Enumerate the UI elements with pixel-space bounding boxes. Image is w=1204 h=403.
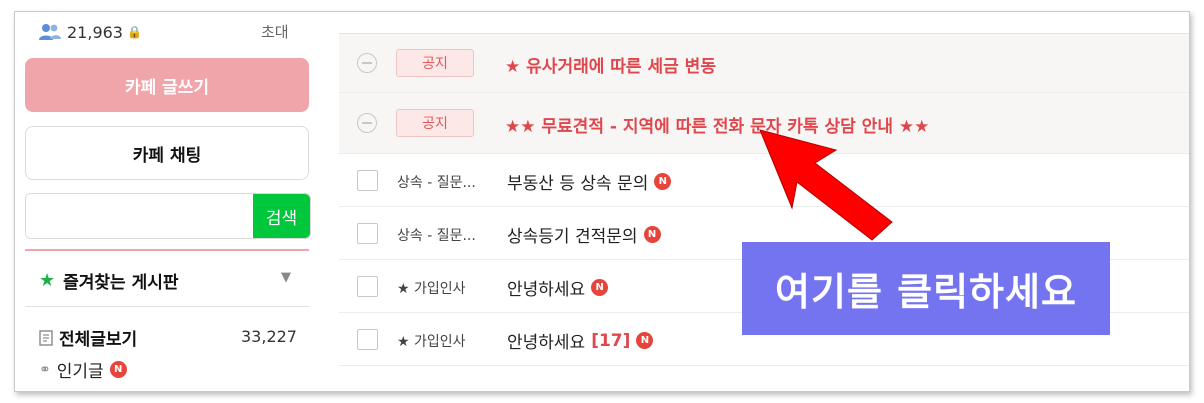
post-category: ★ 가입인사 — [397, 281, 466, 297]
new-badge: N — [643, 226, 661, 243]
callout-banner: 여기를 클릭하세요 — [742, 242, 1110, 335]
new-badge: N — [636, 332, 654, 349]
post-category: 상속 - 질문... — [397, 175, 476, 191]
row-checkbox[interactable] — [357, 170, 378, 191]
document-icon — [39, 329, 53, 346]
post-category: 상속 - 질문... — [397, 228, 476, 244]
minus-circle-icon — [357, 53, 377, 73]
post-title-text: 안녕하세요 — [507, 333, 586, 353]
post-category: ★ 가입인사 — [397, 334, 466, 350]
sidebar: 21,963 🔒 초대 카페 글쓰기 카페 채팅 검색 ★ 즐겨찾는 게시판 ▼… — [15, 12, 325, 391]
new-badge: N — [654, 173, 672, 190]
divider — [25, 306, 309, 307]
post-title-link[interactable]: 부동산 등 상속 문의 N — [507, 169, 672, 194]
flame-icon: ⚭ — [39, 361, 51, 378]
popular-posts-link[interactable]: ⚭ 인기글 N — [39, 357, 127, 382]
post-title-text: 안녕하세요 — [507, 280, 586, 300]
row-checkbox[interactable] — [357, 276, 378, 297]
notice-badge: 공지 — [396, 49, 474, 77]
post-title-link[interactable]: 안녕하세요 [17] N — [507, 328, 654, 353]
row-checkbox[interactable] — [357, 223, 378, 244]
post-title-link[interactable]: 상속등기 견적문의 N — [507, 222, 661, 247]
new-badge: N — [109, 361, 127, 378]
all-posts-label: 전체글보기 — [59, 330, 138, 350]
invite-link[interactable]: 초대 — [261, 21, 289, 42]
post-title-link[interactable]: 안녕하세요 N — [507, 275, 609, 300]
star-icon: ★ — [39, 270, 56, 291]
search-input[interactable] — [26, 194, 252, 238]
post-title-text: 부동산 등 상속 문의 — [507, 174, 649, 194]
member-count-value: 21,963 — [67, 22, 123, 42]
favorites-header[interactable]: ★ 즐겨찾는 게시판 — [39, 268, 179, 293]
new-badge: N — [591, 279, 609, 296]
members-icon — [39, 24, 61, 40]
member-count: 21,963 🔒 — [39, 20, 142, 44]
row-checkbox[interactable] — [357, 329, 378, 350]
divider — [25, 249, 309, 251]
lock-icon: 🔒 — [126, 25, 142, 39]
post-title-text: 상속등기 견적문의 — [507, 227, 638, 247]
search-button[interactable]: 검색 — [253, 194, 310, 238]
favorites-label: 즐겨찾는 게시판 — [63, 273, 179, 293]
notice-title-link[interactable]: ★ 유사거래에 따른 세금 변동 — [505, 52, 716, 77]
notice-title-link[interactable]: ★★ 무료견적 - 지역에 따른 전화 문자 카톡 상담 안내 ★★ — [505, 112, 929, 137]
write-post-button[interactable]: 카페 글쓰기 — [25, 58, 309, 112]
minus-circle-icon — [357, 113, 377, 133]
notice-row[interactable]: 공지 ★★ 무료견적 - 지역에 따른 전화 문자 카톡 상담 안내 ★★ — [339, 93, 1189, 154]
popular-label: 인기글 — [56, 362, 104, 382]
cafe-chat-button[interactable]: 카페 채팅 — [25, 126, 309, 180]
search-box: 검색 — [25, 193, 311, 239]
all-posts-count: 33,227 — [241, 327, 297, 346]
notice-badge: 공지 — [396, 109, 474, 137]
chevron-down-icon[interactable]: ▼ — [281, 270, 291, 285]
notice-row[interactable]: 공지 ★ 유사거래에 따른 세금 변동 — [339, 34, 1189, 93]
table-row[interactable]: 상속 - 질문... 부동산 등 상속 문의 N — [339, 154, 1189, 207]
all-posts-link[interactable]: 전체글보기 — [39, 325, 137, 350]
comment-count: [17] — [591, 330, 631, 351]
